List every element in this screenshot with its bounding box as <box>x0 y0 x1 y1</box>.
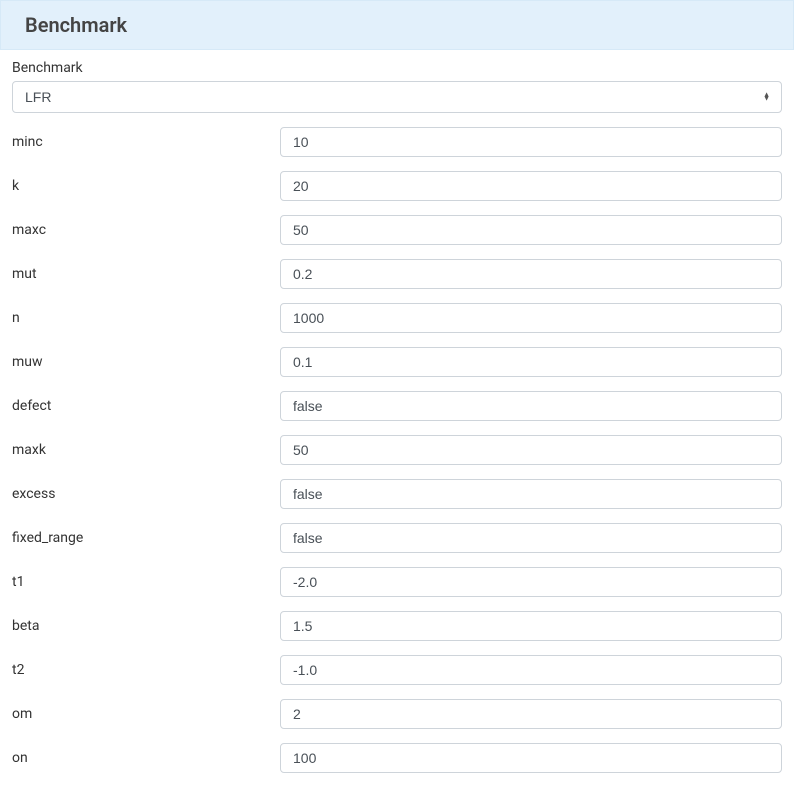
field-label: defect <box>12 398 280 414</box>
field-row-t2: t2 <box>12 655 782 685</box>
field-row-mut: mut <box>12 259 782 289</box>
field-label: t2 <box>12 662 280 678</box>
field-label: maxc <box>12 222 280 238</box>
field-row-t1: t1 <box>12 567 782 597</box>
field-row-on: on <box>12 743 782 773</box>
field-row-minc: minc <box>12 127 782 157</box>
field-row-defect: defect <box>12 391 782 421</box>
field-label: on <box>12 750 280 766</box>
n-input[interactable] <box>280 303 782 333</box>
field-label: mut <box>12 266 280 282</box>
maxk-input[interactable] <box>280 435 782 465</box>
header-title: Benchmark <box>25 13 769 37</box>
defect-input[interactable] <box>280 391 782 421</box>
benchmark-select-group: Benchmark LFR <box>12 60 782 113</box>
t1-input[interactable] <box>280 567 782 597</box>
field-row-maxc: maxc <box>12 215 782 245</box>
field-row-om: om <box>12 699 782 729</box>
mut-input[interactable] <box>280 259 782 289</box>
benchmark-select-wrapper: LFR <box>12 81 782 113</box>
muw-input[interactable] <box>280 347 782 377</box>
k-input[interactable] <box>280 171 782 201</box>
field-row-beta: beta <box>12 611 782 641</box>
field-label: muw <box>12 354 280 370</box>
field-label: om <box>12 706 280 722</box>
benchmark-select[interactable]: LFR <box>12 81 782 113</box>
om-input[interactable] <box>280 699 782 729</box>
on-input[interactable] <box>280 743 782 773</box>
field-label: maxk <box>12 442 280 458</box>
minc-input[interactable] <box>280 127 782 157</box>
field-row-k: k <box>12 171 782 201</box>
field-row-n: n <box>12 303 782 333</box>
field-label: n <box>12 310 280 326</box>
excess-input[interactable] <box>280 479 782 509</box>
field-row-excess: excess <box>12 479 782 509</box>
field-row-muw: muw <box>12 347 782 377</box>
field-label: beta <box>12 618 280 634</box>
fixed-range-input[interactable] <box>280 523 782 553</box>
field-label: fixed_range <box>12 530 280 546</box>
field-label: excess <box>12 486 280 502</box>
field-row-maxk: maxk <box>12 435 782 465</box>
benchmark-select-label: Benchmark <box>12 60 782 76</box>
field-label: t1 <box>12 574 280 590</box>
beta-input[interactable] <box>280 611 782 641</box>
header-bar: Benchmark <box>0 0 794 50</box>
form-content: Benchmark LFR minc k maxc mut n muw defe… <box>0 50 794 797</box>
field-label: k <box>12 178 280 194</box>
field-row-fixed-range: fixed_range <box>12 523 782 553</box>
t2-input[interactable] <box>280 655 782 685</box>
field-label: minc <box>12 134 280 150</box>
maxc-input[interactable] <box>280 215 782 245</box>
